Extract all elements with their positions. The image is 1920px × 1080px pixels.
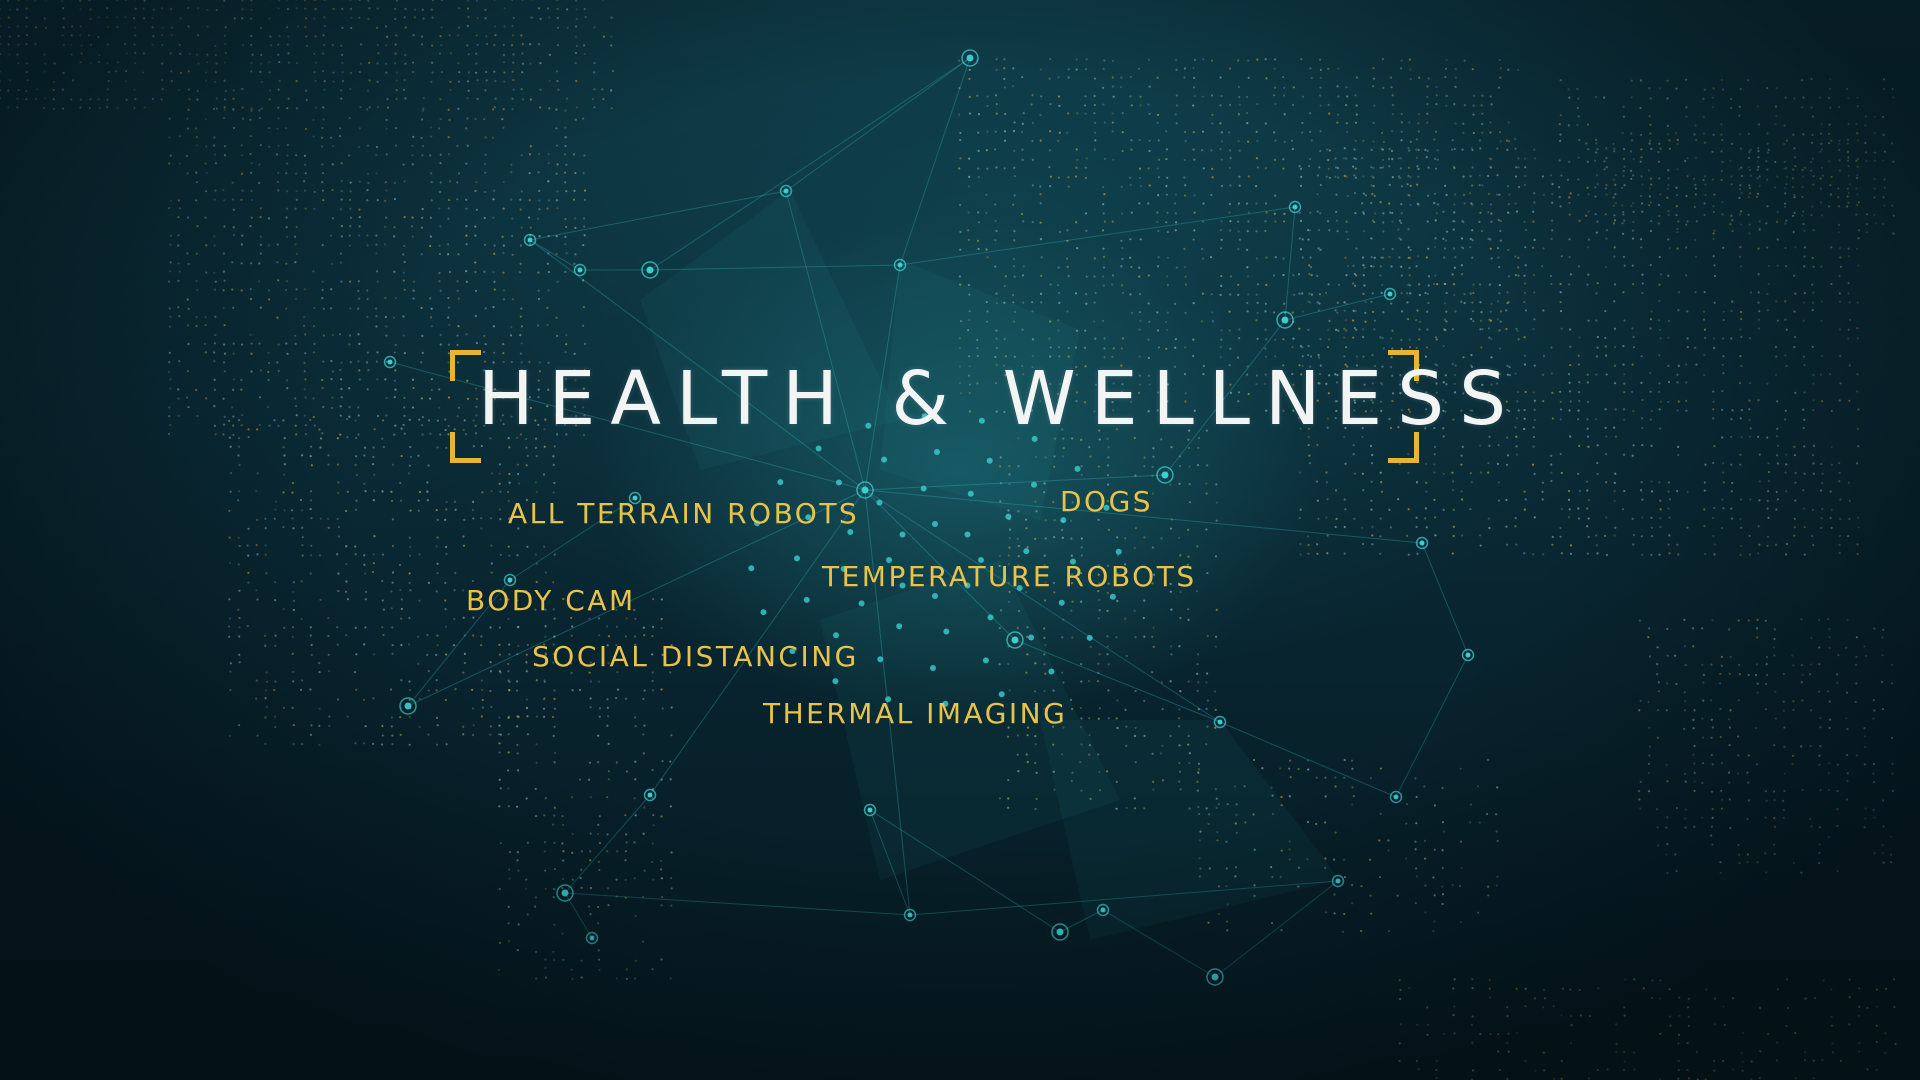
title-card: HEALTH & WELLNESS ALL TERRAIN ROBOTS DOG…	[0, 0, 1920, 1080]
